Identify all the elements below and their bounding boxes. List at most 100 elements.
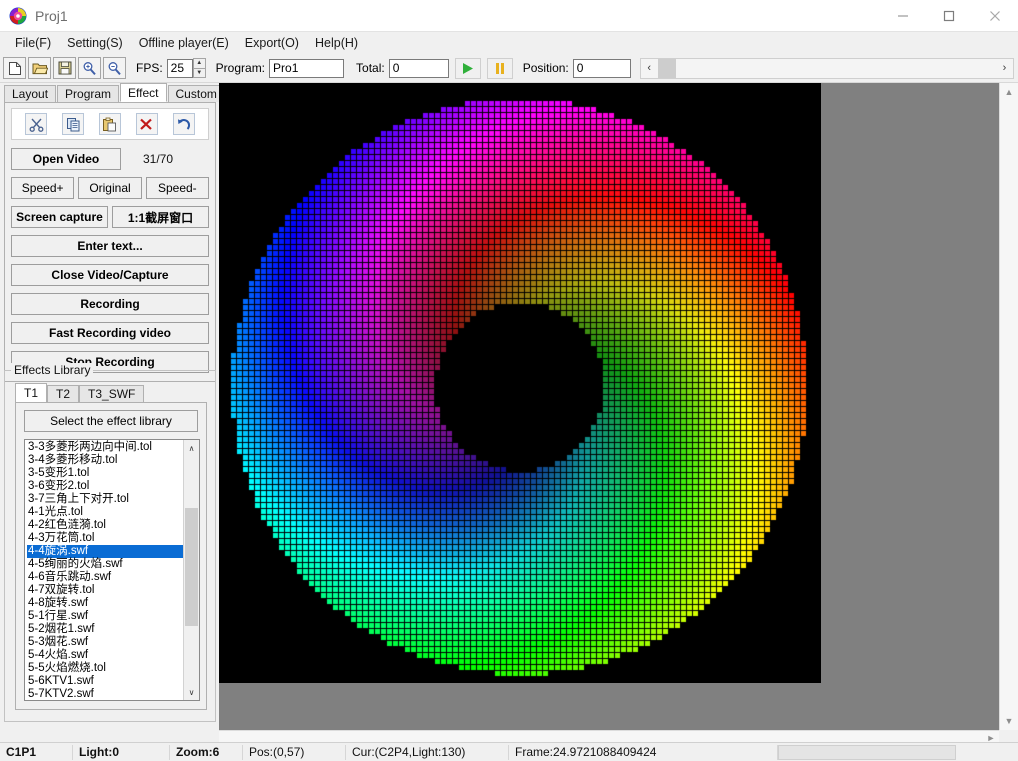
effect-tab-page: Open Video 31/70 Speed+ Original Speed- … xyxy=(4,102,216,382)
preview-vertical-scrollbar[interactable]: ▲ ▼ xyxy=(999,83,1018,730)
original-speed-button[interactable]: Original xyxy=(78,177,141,199)
effects-listbox[interactable]: 3-3多菱形两边向中间.tol3-4多菱形移动.tol3-5变形1.tol3-6… xyxy=(24,439,200,701)
effect-list-item[interactable]: 4-1光点.tol xyxy=(27,506,183,519)
effect-list-item[interactable]: 3-4多菱形移动.tol xyxy=(27,454,183,467)
status-progress xyxy=(778,745,956,760)
effects-library-group: Effects Library T1 T2 T3_SWF Select the … xyxy=(4,370,216,722)
left-panel: Layout Program Effect Custom ◄ ► xyxy=(0,83,219,739)
tab-layout[interactable]: Layout xyxy=(4,85,56,102)
vscroll-track[interactable] xyxy=(1000,101,1018,712)
menu-offline-player[interactable]: Offline player(E) xyxy=(131,34,237,52)
effect-list-item[interactable]: 3-3多菱形两边向中间.tol xyxy=(27,441,183,454)
paste-icon[interactable] xyxy=(99,113,121,135)
scroll-down-icon[interactable]: ∨ xyxy=(184,684,200,700)
scroll-up-icon[interactable]: ∧ xyxy=(184,440,200,456)
effect-list-item[interactable]: 4-4旋涡.swf xyxy=(27,545,183,558)
effect-list-item[interactable]: 5-1行星.swf xyxy=(27,610,183,623)
tab-t3-swf[interactable]: T3_SWF xyxy=(79,385,144,402)
menu-setting[interactable]: Setting(S) xyxy=(59,34,131,52)
effects-library-legend: Effects Library xyxy=(11,363,93,377)
led-grid[interactable] xyxy=(219,83,821,683)
new-file-icon[interactable] xyxy=(3,57,26,79)
effect-list-item[interactable]: 3-7三角上下对开.tol xyxy=(27,493,183,506)
effects-library-tabstrip: T1 T2 T3_SWF xyxy=(15,383,144,402)
screen-capture-button[interactable]: Screen capture xyxy=(11,206,108,228)
status-pos: Pos:(0,57) xyxy=(243,745,345,759)
speed-up-button[interactable]: Speed+ xyxy=(11,177,74,199)
status-bar: C1P1 Light:0 Zoom:6 Pos:(0,57) Cur:(C2P4… xyxy=(0,742,1018,761)
frame-counter: 31/70 xyxy=(143,152,173,166)
timeline-track[interactable] xyxy=(676,59,996,78)
undo-icon[interactable] xyxy=(173,113,195,135)
effect-list-item[interactable]: 4-8旋转.swf xyxy=(27,597,183,610)
program-label: Program: xyxy=(216,61,265,75)
close-icon[interactable] xyxy=(972,0,1018,32)
timeline-scrollbar[interactable]: ‹ › xyxy=(640,58,1014,79)
timeline-thumb[interactable] xyxy=(658,59,676,78)
capture-window-button[interactable]: 1:1截屏窗口 xyxy=(112,206,209,228)
fast-recording-video-button[interactable]: Fast Recording video xyxy=(11,322,209,344)
play-icon[interactable] xyxy=(455,58,481,79)
menu-bar: File(F) Setting(S) Offline player(E) Exp… xyxy=(0,32,1018,54)
effects-list-items: 3-3多菱形两边向中间.tol3-4多菱形移动.tol3-5变形1.tol3-6… xyxy=(25,440,183,700)
menu-export[interactable]: Export(O) xyxy=(237,34,307,52)
tab-effect[interactable]: Effect xyxy=(120,83,166,102)
maximize-icon[interactable] xyxy=(926,0,972,32)
speed-down-button[interactable]: Speed- xyxy=(146,177,209,199)
open-folder-icon[interactable] xyxy=(28,57,51,79)
open-video-button[interactable]: Open Video xyxy=(11,148,121,170)
tab-program[interactable]: Program xyxy=(57,85,119,102)
total-input[interactable] xyxy=(389,59,449,78)
vscroll-up-icon[interactable]: ▲ xyxy=(1000,83,1018,101)
effect-list-item[interactable]: 4-7双旋转.tol xyxy=(27,584,183,597)
effect-list-item[interactable]: 3-5变形1.tol xyxy=(27,467,183,480)
recording-button[interactable]: Recording xyxy=(11,293,209,315)
effect-list-item[interactable]: 5-3烟花.swf xyxy=(27,636,183,649)
timeline-next-icon[interactable]: › xyxy=(996,59,1013,78)
window-controls xyxy=(880,0,1018,32)
select-effect-library-button[interactable]: Select the effect library xyxy=(24,410,198,432)
tab-t1[interactable]: T1 xyxy=(15,383,47,402)
pause-icon[interactable] xyxy=(487,58,513,79)
menu-help[interactable]: Help(H) xyxy=(307,34,366,52)
speed-row: Speed+ Original Speed- xyxy=(11,177,209,199)
fps-input[interactable] xyxy=(167,59,193,78)
title-bar: Proj1 xyxy=(0,0,1018,32)
zoom-out-icon[interactable] xyxy=(103,57,126,79)
effects-scroll-thumb[interactable] xyxy=(185,508,198,626)
effect-list-item[interactable]: 5-6KTV1.swf xyxy=(27,675,183,688)
vscroll-down-icon[interactable]: ▼ xyxy=(1000,712,1018,730)
copy-icon[interactable] xyxy=(62,113,84,135)
program-input[interactable] xyxy=(269,59,344,78)
led-preview-canvas[interactable] xyxy=(219,83,821,683)
effect-list-item[interactable]: 5-7KTV2.swf xyxy=(27,688,183,700)
effect-list-item[interactable]: 5-5火焰燃烧.tol xyxy=(27,662,183,675)
edit-toolbar xyxy=(11,108,209,140)
toolbar: FPS: ▲▼ Program: Total: Position: ‹ › xyxy=(0,54,1018,83)
effect-list-item[interactable]: 4-2红色涟漪.tol xyxy=(27,519,183,532)
tab-t2[interactable]: T2 xyxy=(47,385,79,402)
effect-list-item[interactable]: 4-5绚丽的火焰.swf xyxy=(27,558,183,571)
zoom-in-icon[interactable] xyxy=(78,57,101,79)
effect-list-item[interactable]: 4-6音乐跳动.swf xyxy=(27,571,183,584)
menu-file[interactable]: File(F) xyxy=(7,34,59,52)
effect-list-item[interactable]: 4-3万花筒.tol xyxy=(27,532,183,545)
effects-list-scrollbar[interactable]: ∧ ∨ xyxy=(183,440,199,700)
fps-label: FPS: xyxy=(136,61,163,75)
timeline-prev-icon[interactable]: ‹ xyxy=(641,59,658,78)
close-video-capture-button[interactable]: Close Video/Capture xyxy=(11,264,209,286)
effect-list-item[interactable]: 3-6变形2.tol xyxy=(27,480,183,493)
minimize-icon[interactable] xyxy=(880,0,926,32)
delete-icon[interactable] xyxy=(136,113,158,135)
save-icon[interactable] xyxy=(53,57,76,79)
effect-list-item[interactable]: 5-2烟花1.swf xyxy=(27,623,183,636)
tab-custom[interactable]: Custom xyxy=(168,85,225,102)
total-label: Total: xyxy=(356,61,385,75)
status-zoom: Zoom:6 xyxy=(170,745,242,759)
fps-stepper[interactable]: ▲▼ xyxy=(193,58,206,78)
cut-icon[interactable] xyxy=(25,113,47,135)
enter-text-button[interactable]: Enter text... xyxy=(11,235,209,257)
status-frame: Frame:24.9721088409424 xyxy=(509,745,777,759)
effect-list-item[interactable]: 5-4火焰.swf xyxy=(27,649,183,662)
position-input[interactable] xyxy=(573,59,631,78)
